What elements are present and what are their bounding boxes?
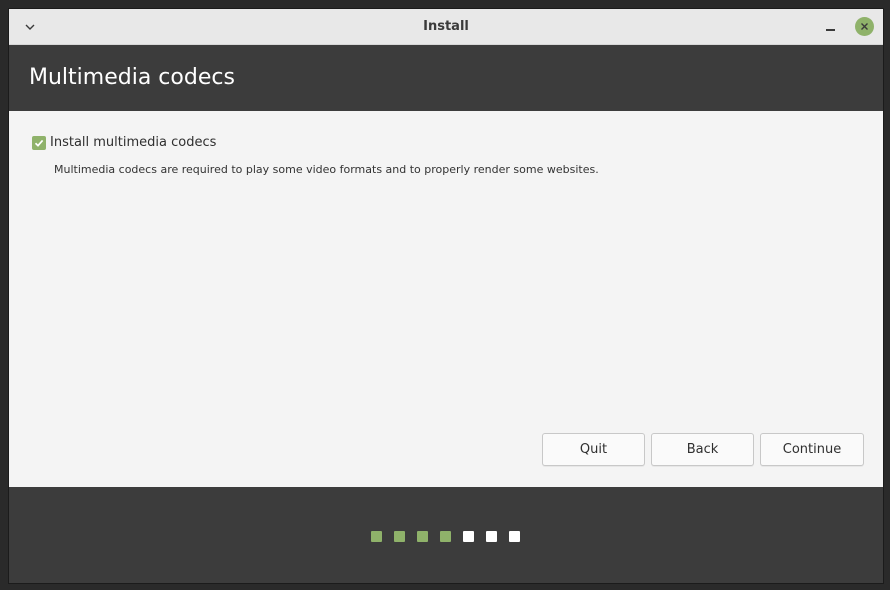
page-title: Multimedia codecs xyxy=(29,65,235,90)
progress-indicator xyxy=(371,531,520,542)
page-header: Multimedia codecs xyxy=(9,45,883,111)
progress-step-completed xyxy=(371,531,382,542)
back-button[interactable]: Back xyxy=(651,433,754,466)
quit-button[interactable]: Quit xyxy=(542,433,645,466)
codecs-option[interactable]: Install multimedia codecs xyxy=(32,135,216,150)
progress-step-completed xyxy=(440,531,451,542)
window-title: Install xyxy=(423,19,469,34)
installer-window: Install Multimedia codecs Install multim… xyxy=(8,8,884,584)
progress-step-completed xyxy=(394,531,405,542)
progress-step-pending xyxy=(509,531,520,542)
progress-step-completed xyxy=(417,531,428,542)
main-content: Install multimedia codecs Multimedia cod… xyxy=(9,111,883,487)
progress-step-pending xyxy=(486,531,497,542)
codecs-description: Multimedia codecs are required to play s… xyxy=(54,163,599,176)
footer xyxy=(9,487,883,583)
progress-step-pending xyxy=(463,531,474,542)
title-bar: Install xyxy=(9,9,883,45)
codecs-checkbox-label[interactable]: Install multimedia codecs xyxy=(50,135,216,150)
close-icon[interactable] xyxy=(855,17,874,36)
codecs-checkbox[interactable] xyxy=(32,135,46,150)
continue-button[interactable]: Continue xyxy=(760,433,864,466)
checkmark-icon xyxy=(34,139,44,147)
minimize-icon[interactable] xyxy=(823,20,839,36)
